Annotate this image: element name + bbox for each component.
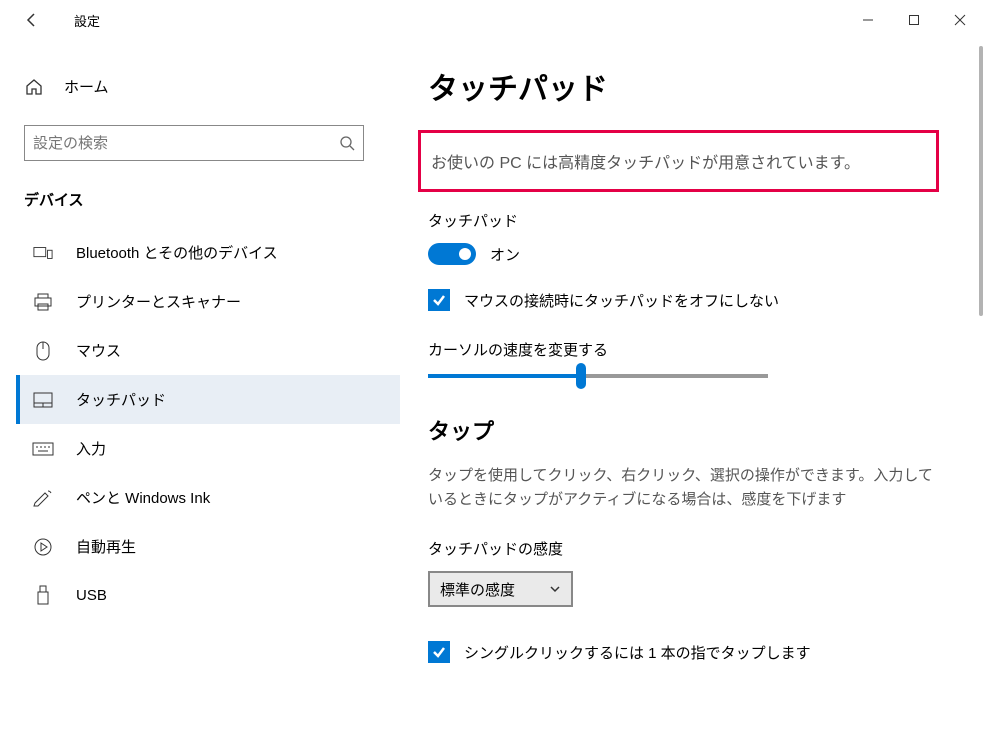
touchpad-icon — [32, 392, 54, 408]
tap-heading: タップ — [428, 414, 955, 446]
sidebar-item-label: 入力 — [76, 438, 106, 459]
maximize-icon — [908, 14, 920, 26]
sidebar-item-label: USB — [76, 587, 107, 604]
toggle-state-label: オン — [490, 244, 520, 265]
sidebar-item-label: Bluetooth とその他のデバイス — [76, 242, 278, 263]
sidebar-item-usb[interactable]: USB — [16, 571, 400, 619]
printer-icon — [32, 293, 54, 311]
arrow-left-icon — [24, 12, 40, 28]
sensitivity-label: タッチパッドの感度 — [428, 538, 955, 559]
checkmark-icon — [431, 644, 447, 660]
search-input[interactable] — [33, 135, 339, 152]
main-content: タッチパッド お使いの PC には高精度タッチパッドが用意されています。 タッチ… — [400, 40, 983, 743]
checkmark-icon — [431, 292, 447, 308]
mouse-icon — [32, 341, 54, 361]
devices-icon — [32, 245, 54, 261]
single-click-label: シングルクリックするには 1 本の指でタップします — [464, 642, 811, 663]
titlebar: 設定 — [0, 0, 983, 40]
home-link[interactable]: ホーム — [16, 64, 400, 109]
sidebar-item-bluetooth[interactable]: Bluetooth とその他のデバイス — [16, 228, 400, 277]
home-icon — [24, 78, 44, 96]
minimize-button[interactable] — [845, 0, 891, 40]
sidebar-item-label: プリンターとスキャナー — [76, 291, 241, 312]
precision-notice: お使いの PC には高精度タッチパッドが用意されています。 — [418, 130, 939, 192]
sidebar-item-typing[interactable]: 入力 — [16, 424, 400, 473]
pen-icon — [32, 489, 54, 507]
sidebar-item-label: 自動再生 — [76, 536, 136, 557]
slider-fill — [428, 374, 581, 378]
sidebar-item-autoplay[interactable]: 自動再生 — [16, 522, 400, 571]
mouse-off-label: マウスの接続時にタッチパッドをオフにしない — [464, 290, 779, 311]
usb-icon — [32, 585, 54, 605]
sidebar-item-label: マウス — [76, 340, 121, 361]
sensitivity-value: 標準の感度 — [440, 579, 515, 600]
sidebar-item-touchpad[interactable]: タッチパッド — [16, 375, 400, 424]
back-button[interactable] — [12, 0, 52, 40]
close-button[interactable] — [937, 0, 983, 40]
slider-thumb[interactable] — [576, 363, 586, 389]
touchpad-label: タッチパッド — [428, 210, 955, 231]
sidebar-item-label: タッチパッド — [76, 389, 166, 410]
tap-description: タップを使用してクリック、右クリック、選択の操作ができます。入力しているときにタ… — [428, 464, 938, 512]
keyboard-icon — [32, 442, 54, 456]
autoplay-icon — [32, 538, 54, 556]
single-click-checkbox[interactable] — [428, 641, 450, 663]
mouse-off-checkbox[interactable] — [428, 289, 450, 311]
scrollbar[interactable] — [979, 46, 983, 316]
sidebar: ホーム デバイス Bluetooth とその他のデバイス プリンターとスキャナー — [0, 40, 400, 743]
search-icon — [339, 135, 355, 151]
category-title: デバイス — [16, 181, 400, 228]
sidebar-item-label: ペンと Windows Ink — [76, 487, 210, 508]
close-icon — [954, 14, 966, 26]
window-controls — [845, 0, 983, 40]
toggle-knob — [459, 248, 471, 260]
chevron-down-icon — [549, 585, 561, 593]
sidebar-item-pen[interactable]: ペンと Windows Ink — [16, 473, 400, 522]
window-title: 設定 — [74, 11, 100, 30]
search-box[interactable] — [24, 125, 364, 161]
maximize-button[interactable] — [891, 0, 937, 40]
page-title: タッチパッド — [428, 64, 955, 108]
sidebar-item-mouse[interactable]: マウス — [16, 326, 400, 375]
cursor-speed-label: カーソルの速度を変更する — [428, 339, 955, 360]
minimize-icon — [862, 14, 874, 26]
cursor-speed-slider[interactable] — [428, 374, 768, 378]
sensitivity-dropdown[interactable]: 標準の感度 — [428, 571, 573, 607]
sidebar-item-printers[interactable]: プリンターとスキャナー — [16, 277, 400, 326]
touchpad-toggle[interactable] — [428, 243, 476, 265]
home-label: ホーム — [64, 76, 109, 97]
